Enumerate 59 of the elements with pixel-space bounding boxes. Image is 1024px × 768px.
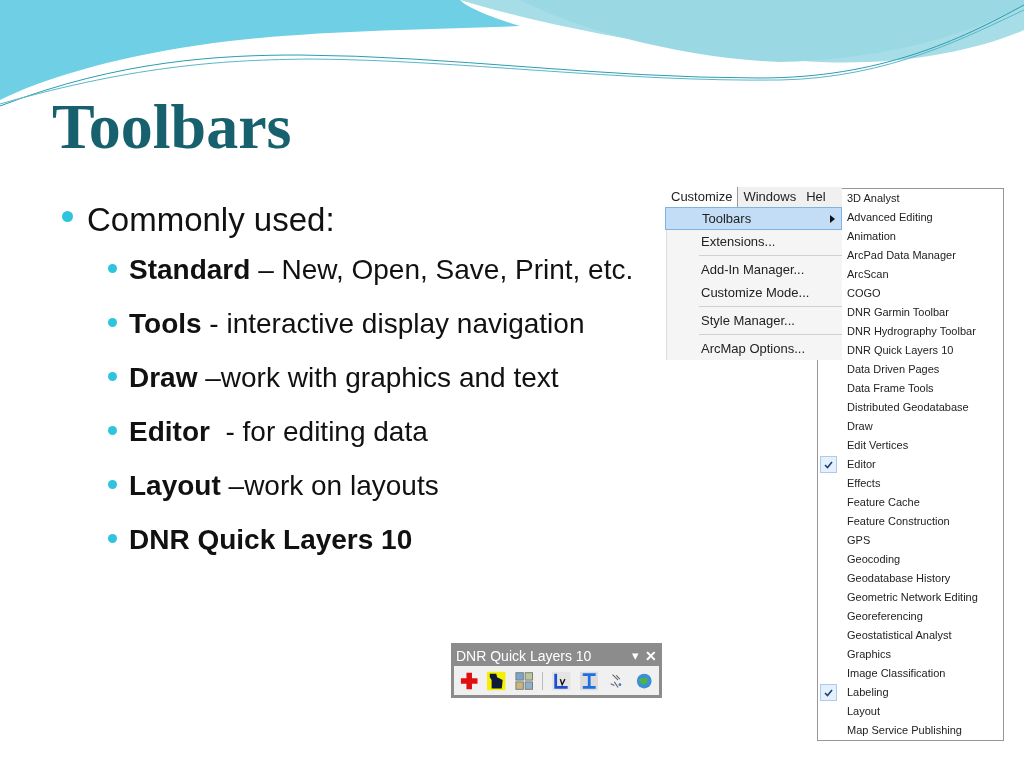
submenu-item[interactable]: ArcScan <box>847 266 889 283</box>
submenu-item[interactable]: Graphics <box>847 646 892 663</box>
menu-item[interactable]: Style Manager... <box>697 309 842 332</box>
bullet-text: Tools - interactive display navigation <box>129 307 585 341</box>
submenu-item[interactable]: ArcPad Data Manager <box>847 247 956 264</box>
menu-bar-item[interactable]: Windows <box>738 187 802 207</box>
bullet-icon <box>108 426 117 435</box>
submenu-item[interactable]: GPS <box>847 532 871 549</box>
menu-bar-item[interactable]: Hel <box>801 187 831 207</box>
submenu-item[interactable]: Labeling <box>847 684 889 701</box>
submenu-item[interactable]: 3D Analyst <box>847 190 900 207</box>
submenu-item[interactable]: Animation <box>847 228 896 245</box>
submenu-item[interactable]: Geocoding <box>847 551 901 568</box>
submenu-item[interactable]: Draw <box>847 418 873 435</box>
submenu-item[interactable]: DNR Quick Layers 10 <box>847 342 954 359</box>
bullet-icon <box>108 372 117 381</box>
bullet-text: DNR Quick Layers 10 <box>129 523 413 557</box>
bullet-icon <box>62 211 73 222</box>
submenu-item[interactable]: Feature Cache <box>847 494 920 511</box>
submenu-item[interactable]: Geostatistical Analyst <box>847 627 952 644</box>
menu-item[interactable]: Customize Mode... <box>697 281 842 304</box>
submenu-item[interactable]: Data Frame Tools <box>847 380 934 397</box>
bullet-icon <box>108 318 117 327</box>
bullet-icon <box>108 534 117 543</box>
submenu-item[interactable]: Image Classification <box>847 665 946 682</box>
bullet-icon <box>108 480 117 489</box>
submenu-item[interactable]: DNR Hydrography Toolbar <box>847 323 976 340</box>
bullet-text: Editor - for editing data <box>129 415 428 449</box>
submenu-item[interactable]: Editor <box>847 456 876 473</box>
slide-title: Toolbars <box>52 95 292 159</box>
submenu-item[interactable]: Data Driven Pages <box>847 361 940 378</box>
submenu-item[interactable]: Edit Vertices <box>847 437 909 454</box>
menu-bar-item[interactable]: Customize <box>666 187 739 207</box>
submenu-item[interactable]: COGO <box>847 285 881 302</box>
submenu-item[interactable]: DNR Garmin Toolbar <box>847 304 949 321</box>
bullet-text: Layout –work on layouts <box>129 469 439 503</box>
menu-item[interactable]: Toolbars <box>665 207 842 230</box>
bullet-text: Standard – New, Open, Save, Print, etc. <box>129 253 634 287</box>
submenu-item[interactable]: Geodatabase History <box>847 570 951 587</box>
submenu-item[interactable]: Georeferencing <box>847 608 923 625</box>
grid-icon[interactable] <box>514 670 534 691</box>
menu-item[interactable]: Extensions... <box>697 230 842 253</box>
submenu-item[interactable]: Feature Construction <box>847 513 950 530</box>
bullet-icon <box>108 264 117 273</box>
toolbar-title: DNR Quick Layers 10 <box>456 646 593 666</box>
submenu-item[interactable]: Layout <box>847 703 881 720</box>
menu-item[interactable]: Add-In Manager... <box>697 258 842 281</box>
submenu-item[interactable]: Effects <box>847 475 881 492</box>
bullet-text: Draw –work with graphics and text <box>129 361 559 395</box>
menu-item[interactable]: ArcMap Options... <box>697 337 842 360</box>
bullet-text: Commonly used: <box>87 200 335 240</box>
map-icon[interactable] <box>487 670 506 691</box>
submenu-item[interactable]: Geometric Network Editing <box>847 589 978 606</box>
submenu-item[interactable]: Map Service Publishing <box>847 722 962 739</box>
submenu-item[interactable]: Advanced Editing <box>847 209 933 226</box>
ibeam-icon[interactable] <box>579 670 599 691</box>
lv-icon[interactable] <box>552 670 571 691</box>
add-icon[interactable] <box>460 670 479 691</box>
submenu-item[interactable]: Distributed Geodatabase <box>847 399 969 416</box>
